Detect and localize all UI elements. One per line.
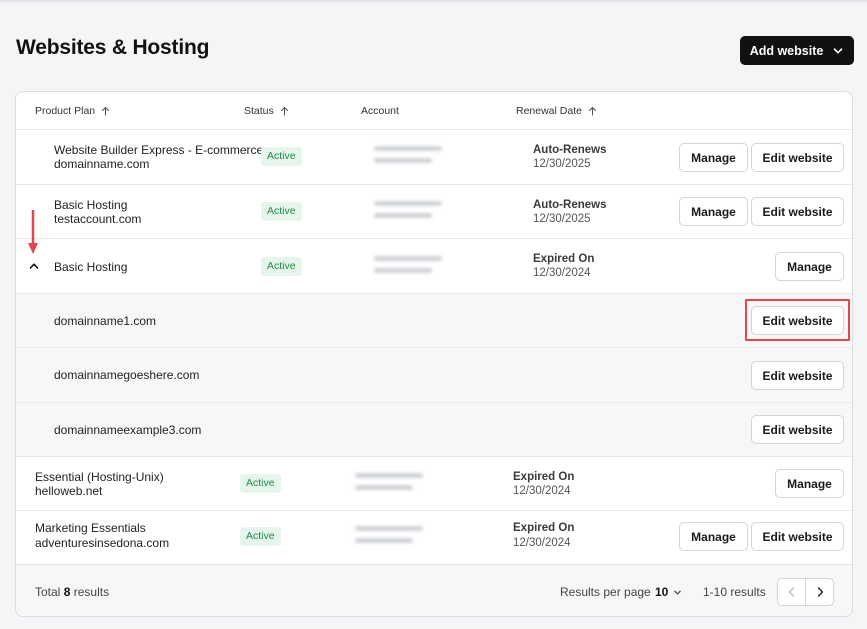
arrow-down-icon [28,210,38,254]
edit-website-button[interactable]: Edit website [751,415,844,444]
add-website-button[interactable]: Add website [740,36,854,65]
chevron-up-icon[interactable] [29,262,39,270]
renewal-date: 12/30/2024 [533,267,591,279]
account-redacted [355,473,423,495]
plan-domain: testaccount.com [54,212,142,226]
top-divider [0,0,867,2]
column-label: Account [361,105,399,117]
edit-website-button[interactable]: Edit website [751,197,844,226]
status-badge: Active [261,257,302,276]
total-suffix: results [73,585,110,599]
page-title: Websites & Hosting [16,36,210,59]
results-per-page-value: 10 [655,585,669,599]
plan-name: Website Builder Express - E-commerce [54,143,264,157]
table-footer: Total 8 results Results per page 10 1-10… [16,565,852,616]
total-count: 8 [63,585,71,599]
column-renewal-date[interactable]: Renewal Date [516,105,597,117]
total-results: Total 8 results [35,585,109,599]
chevron-right-icon [817,587,823,597]
column-label: Status [244,105,274,117]
arrow-up-icon [588,106,597,116]
status-badge: Active [261,202,302,221]
renewal-status: Expired On [513,522,575,534]
manage-button[interactable]: Manage [679,522,748,551]
table-row: Essential (Hosting-Unix) helloweb.net Ac… [16,457,852,511]
edit-website-button[interactable]: Edit website [751,361,844,390]
renewal-status: Expired On [533,253,595,265]
renewal-status: Auto-Renews [533,144,607,156]
account-redacted [374,256,442,278]
results-per-page-label: Results per page [560,585,651,599]
plan-name: Essential (Hosting-Unix) [35,470,164,484]
plan-domain: helloweb.net [35,484,103,498]
column-account: Account [361,105,399,117]
next-page-button[interactable] [805,578,834,606]
manage-button[interactable]: Manage [679,143,748,172]
plan-domain: adventuresinsedona.com [35,536,170,550]
renewal-date: 12/30/2025 [533,158,591,170]
plan-name: Basic Hosting [54,198,128,212]
plan-name: Basic Hosting [54,260,128,274]
add-website-label: Add website [749,43,824,58]
previous-page-button[interactable] [777,578,806,606]
account-redacted [374,146,442,168]
results-range: 1-10 results [703,585,766,599]
websites-table: Product Plan Status Account Renewal Date… [15,91,853,617]
chevron-down-icon [674,590,682,594]
status-badge: Active [240,527,281,546]
table-row: Basic Hosting testaccount.com Active Aut… [16,185,852,239]
column-label: Renewal Date [516,105,582,117]
renewal-date: 12/30/2024 [513,485,571,497]
renewal-date: 12/30/2024 [513,537,571,549]
subdomain-row: domainname1.com Edit website [16,294,852,348]
table-header: Product Plan Status Account Renewal Date [16,92,852,130]
renewal-status: Auto-Renews [533,199,607,211]
arrow-up-icon [102,106,110,116]
plan-domain: domainname.com [54,157,150,171]
column-status[interactable]: Status [244,105,289,117]
table-row-expanded: Basic Hosting Active Expired On 12/30/20… [16,239,852,294]
account-redacted [355,526,423,548]
edit-website-button[interactable]: Edit website [751,522,844,551]
table-row: Website Builder Express - E-commerce dom… [16,130,852,185]
column-product-plan[interactable]: Product Plan [35,105,110,117]
status-badge: Active [240,474,281,493]
plan-name: Marketing Essentials [35,521,146,535]
chevron-left-icon [788,587,794,597]
status-badge: Active [261,147,302,166]
manage-button[interactable]: Manage [679,197,748,226]
subdomain-row: domainnameexample3.com Edit website [16,403,852,457]
results-per-page-select[interactable]: 10 [655,585,682,599]
arrow-up-icon [280,106,288,116]
subdomain-name: domainnamegoeshere.com [54,368,200,382]
column-label: Product Plan [35,105,96,117]
account-redacted [374,201,442,223]
renewal-status: Expired On [513,471,575,483]
subdomain-name: domainnameexample3.com [54,423,202,437]
table-row: Marketing Essentials adventuresinsedona.… [16,511,852,565]
manage-button[interactable]: Manage [775,469,844,498]
subdomain-name: domainname1.com [54,314,157,328]
edit-website-button[interactable]: Edit website [751,143,844,172]
total-prefix: Total [35,585,61,599]
renewal-date: 12/30/2025 [533,213,591,225]
annotation-highlight-box [745,299,850,341]
manage-button[interactable]: Manage [775,252,844,281]
subdomain-row: domainnamegoeshere.com Edit website [16,348,852,403]
chevron-down-icon [833,47,843,54]
